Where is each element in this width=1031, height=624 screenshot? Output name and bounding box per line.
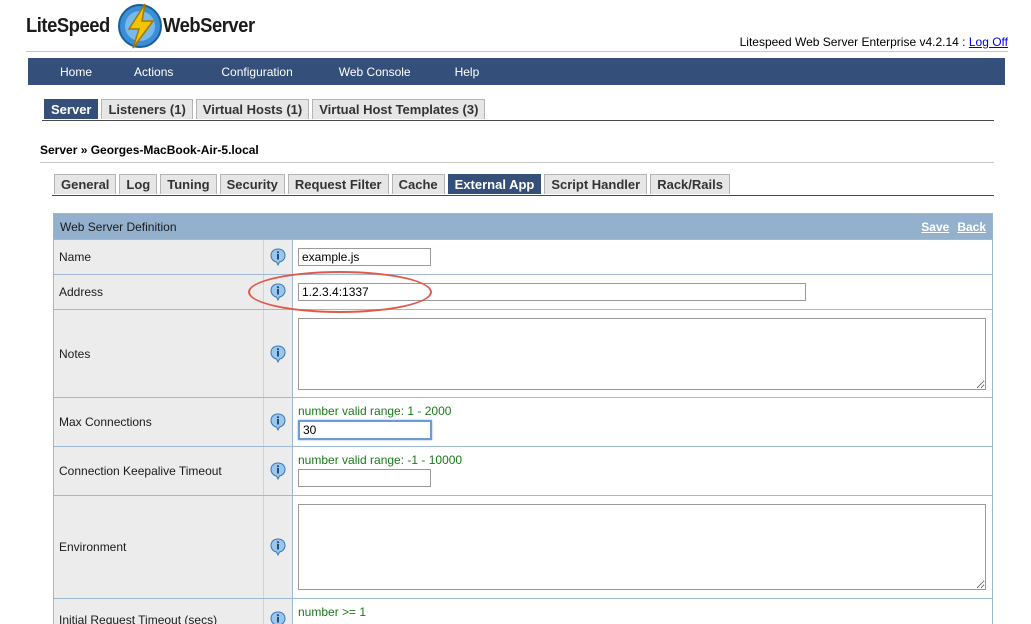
notes-textarea[interactable] bbox=[298, 317, 986, 390]
info-icon[interactable] bbox=[270, 413, 286, 431]
logo-text-left: LiteSpeed bbox=[26, 14, 110, 37]
help-initial-request-timeout[interactable] bbox=[264, 599, 293, 624]
info-icon[interactable] bbox=[270, 538, 286, 556]
help-keepalive-timeout[interactable] bbox=[264, 447, 293, 495]
main-nav: Home Actions Configuration Web Console H… bbox=[28, 58, 1005, 85]
back-link[interactable]: Back bbox=[957, 220, 986, 234]
version-info: Litespeed Web Server Enterprise v4.2.14 … bbox=[740, 35, 1008, 49]
save-link[interactable]: Save bbox=[921, 220, 949, 234]
label-notes: Notes bbox=[54, 310, 264, 397]
help-name[interactable] bbox=[264, 240, 293, 274]
label-environment: Environment bbox=[54, 496, 264, 598]
nav-web-console[interactable]: Web Console bbox=[323, 65, 427, 79]
panel-title: Web Server Definition bbox=[60, 219, 177, 234]
label-keepalive-timeout: Connection Keepalive Timeout bbox=[54, 447, 264, 495]
nav-configuration[interactable]: Configuration bbox=[205, 65, 308, 79]
environment-textarea[interactable] bbox=[298, 504, 986, 590]
info-icon[interactable] bbox=[270, 248, 286, 266]
config-tabs: Server Listeners (1) Virtual Hosts (1) V… bbox=[44, 99, 488, 120]
info-icon[interactable] bbox=[270, 611, 286, 624]
max-connections-hint: number valid range: 1 - 2000 bbox=[298, 404, 452, 418]
info-icon[interactable] bbox=[270, 462, 286, 480]
value-name bbox=[293, 240, 992, 274]
help-address[interactable] bbox=[264, 275, 293, 309]
nav-help[interactable]: Help bbox=[439, 65, 496, 79]
keepalive-timeout-input[interactable] bbox=[298, 469, 431, 487]
tab-virtual-host-templates[interactable]: Virtual Host Templates (3) bbox=[312, 99, 486, 119]
server-subtabs: General Log Tuning Security Request Filt… bbox=[54, 174, 733, 195]
subtabs-divider bbox=[52, 195, 994, 196]
value-environment bbox=[293, 496, 992, 598]
row-notes: Notes bbox=[54, 309, 992, 397]
breadcrumb: Server » Georges-MacBook-Air-5.local bbox=[40, 143, 259, 157]
row-address: Address bbox=[54, 274, 992, 309]
lightning-logo-icon bbox=[118, 3, 163, 49]
name-input[interactable] bbox=[298, 248, 431, 266]
tab-server[interactable]: Server bbox=[44, 99, 99, 119]
max-connections-input[interactable] bbox=[298, 420, 432, 440]
panel-actions: Save Back bbox=[913, 220, 986, 234]
label-name: Name bbox=[54, 240, 264, 274]
subtab-tuning[interactable]: Tuning bbox=[160, 174, 217, 194]
label-initial-request-timeout: Initial Request Timeout (secs) bbox=[54, 599, 264, 624]
help-environment[interactable] bbox=[264, 496, 293, 598]
subtab-cache[interactable]: Cache bbox=[391, 174, 445, 194]
version-text: Litespeed Web Server Enterprise v4.2.14 … bbox=[739, 35, 969, 49]
subtab-general[interactable]: General bbox=[54, 174, 117, 194]
logoff-link[interactable]: Log Off bbox=[969, 35, 1008, 49]
info-icon[interactable] bbox=[270, 283, 286, 301]
label-address: Address bbox=[54, 275, 264, 309]
subtab-log[interactable]: Log bbox=[119, 174, 158, 194]
web-server-definition-panel: Web Server Definition Save Back Name Addr… bbox=[53, 213, 993, 624]
header-divider bbox=[26, 51, 1008, 52]
label-max-connections: Max Connections bbox=[54, 398, 264, 446]
subtab-external-app[interactable]: External App bbox=[447, 174, 542, 194]
subtab-security[interactable]: Security bbox=[219, 174, 285, 194]
value-notes bbox=[293, 310, 992, 397]
help-max-connections[interactable] bbox=[264, 398, 293, 446]
tabs-divider bbox=[42, 120, 994, 121]
row-max-connections: Max Connections number valid range: 1 - … bbox=[54, 397, 992, 446]
row-keepalive-timeout: Connection Keepalive Timeout number vali… bbox=[54, 446, 992, 495]
subtab-rack-rails[interactable]: Rack/Rails bbox=[650, 174, 730, 194]
value-max-connections: number valid range: 1 - 2000 bbox=[293, 398, 992, 446]
logo-text-right: WebServer bbox=[163, 14, 255, 37]
keepalive-timeout-hint: number valid range: -1 - 10000 bbox=[298, 453, 463, 467]
subtab-script-handler[interactable]: Script Handler bbox=[544, 174, 648, 194]
row-environment: Environment bbox=[54, 495, 992, 598]
breadcrumb-divider bbox=[40, 162, 994, 163]
address-input[interactable] bbox=[298, 283, 806, 301]
nav-actions[interactable]: Actions bbox=[118, 65, 189, 79]
litespeed-logo: LiteSpeed WebServer bbox=[26, 3, 263, 49]
nav-home[interactable]: Home bbox=[44, 65, 108, 79]
help-notes[interactable] bbox=[264, 310, 293, 397]
panel-header: Web Server Definition Save Back bbox=[54, 214, 992, 239]
subtab-request-filter[interactable]: Request Filter bbox=[287, 174, 389, 194]
info-icon[interactable] bbox=[270, 344, 286, 363]
value-initial-request-timeout: number >= 1 bbox=[293, 599, 992, 624]
tab-virtual-hosts[interactable]: Virtual Hosts (1) bbox=[195, 99, 310, 119]
tab-listeners[interactable]: Listeners (1) bbox=[101, 99, 193, 119]
value-address bbox=[293, 275, 992, 309]
row-initial-request-timeout: Initial Request Timeout (secs) number >=… bbox=[54, 598, 992, 624]
value-keepalive-timeout: number valid range: -1 - 10000 bbox=[293, 447, 992, 495]
row-name: Name bbox=[54, 239, 992, 274]
